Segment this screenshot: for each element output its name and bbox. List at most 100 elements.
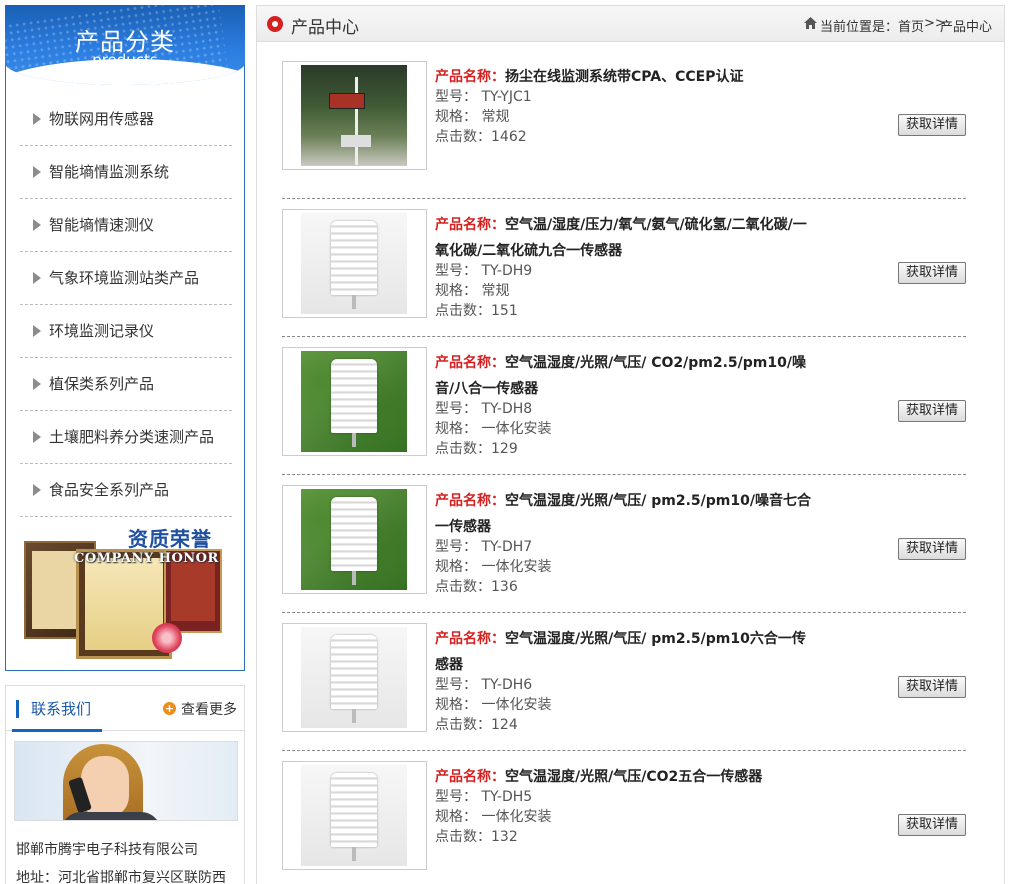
product-thumbnail[interactable] [282, 347, 427, 456]
product-image [301, 627, 407, 728]
company-address: 地址：河北省邯郸市复兴区联防西 [16, 870, 226, 884]
product-center-panel: 产品中心 当前位置是： 首页 >> 产品中心 产品名称：扬尘在线监测系统带CPA… [256, 5, 1005, 884]
company-name: 邯郸市腾宇电子科技有限公司 [16, 842, 198, 858]
category-label[interactable]: 气象环境监测站类产品 [49, 267, 199, 288]
triangle-right-icon [33, 325, 41, 337]
product-clicks: 点击数：129 [435, 439, 518, 459]
product-name-value[interactable]: 扬尘在线监测系统带CPA、CCEP认证 [505, 69, 743, 85]
home-icon [804, 17, 817, 29]
product-name-label: 产品名称： [435, 217, 505, 233]
radiation-shield [331, 773, 377, 847]
honor-subtitle: COMPANY HONOR [74, 551, 219, 566]
get-details-button[interactable]: 获取详情 [898, 676, 966, 698]
triangle-right-icon [33, 113, 41, 125]
product-image [301, 351, 407, 452]
product-thumbnail[interactable] [282, 761, 427, 870]
category-subtitle: products [92, 51, 158, 69]
breadcrumb-current[interactable]: 产品中心 [940, 16, 992, 35]
model-label: 型号： [435, 401, 477, 417]
category-item[interactable]: 土壤肥料养分类速测产品 [20, 411, 232, 464]
plus-circle-icon[interactable]: + [163, 702, 176, 715]
model-label: 型号： [435, 263, 477, 279]
triangle-right-icon [33, 378, 41, 390]
flower-decoration [152, 623, 182, 653]
get-details-button[interactable]: 获取详情 [898, 538, 966, 560]
product-spec: 规格： 常规 [435, 281, 509, 301]
category-item[interactable]: 气象环境监测站类产品 [20, 252, 232, 305]
product-spec: 规格： 一体化安装 [435, 695, 551, 715]
triangle-right-icon [33, 166, 41, 178]
category-panel: 产品分类 products 物联网用传感器 智能墒情监测系统 智能墒情速测仪 气… [5, 5, 245, 671]
product-item: 产品名称：空气温/湿度/压力/氧气/氨气/硫化氢/二氧化碳/一氧化碳/二氧化硫九… [282, 199, 966, 337]
radiation-shield [331, 221, 377, 295]
mount-rod [352, 433, 356, 447]
breadcrumb-prefix: 当前位置是： [820, 20, 899, 35]
product-model: 型号： TY-DH5 [435, 787, 532, 807]
view-more-link[interactable]: 查看更多 [181, 699, 237, 719]
product-item: 产品名称：空气温湿度/光照/气压/ pm2.5/pm10/噪音七合一传感器 型号… [282, 475, 966, 613]
category-item[interactable]: 食品安全系列产品 [20, 464, 232, 517]
spec-value: 常规 [481, 109, 510, 125]
image-pole [355, 77, 358, 165]
breadcrumb-home-link[interactable]: 首页 [898, 16, 924, 35]
category-label[interactable]: 智能墒情监测系统 [49, 161, 169, 182]
target-icon [267, 16, 283, 32]
category-label[interactable]: 物联网用传感器 [49, 108, 154, 129]
product-image [301, 765, 407, 866]
radiation-shield [331, 497, 377, 571]
category-item[interactable]: 物联网用传感器 [20, 93, 232, 146]
model-value: TY-DH7 [481, 539, 533, 555]
product-model: 型号： TY-DH8 [435, 399, 532, 419]
model-value: TY-DH5 [481, 789, 533, 805]
title-underline [12, 729, 102, 732]
category-item[interactable]: 环境监测记录仪 [20, 305, 232, 358]
get-details-button[interactable]: 获取详情 [898, 262, 966, 284]
category-label[interactable]: 食品安全系列产品 [49, 479, 169, 500]
contact-photo [14, 741, 238, 821]
product-name-label: 产品名称： [435, 355, 505, 371]
left-sidebar: 产品分类 products 物联网用传感器 智能墒情监测系统 智能墒情速测仪 气… [5, 5, 245, 884]
product-image [301, 213, 407, 314]
clicks-value: 136 [491, 579, 518, 595]
product-name[interactable]: 产品名称：空气温湿度/光照/气压/ CO2/pm2.5/pm10/噪音/八合一传… [435, 350, 815, 402]
product-name[interactable]: 产品名称：空气温湿度/光照/气压/ pm2.5/pm10/噪音七合一传感器 [435, 488, 815, 540]
category-item[interactable]: 植保类系列产品 [20, 358, 232, 411]
get-details-button[interactable]: 获取详情 [898, 114, 966, 136]
product-thumbnail[interactable] [282, 209, 427, 318]
product-thumbnail[interactable] [282, 61, 427, 170]
product-item: 产品名称：空气温湿度/光照/气压/CO2五合一传感器 型号： TY-DH5 规格… [282, 751, 966, 884]
model-value: TY-YJC1 [481, 89, 532, 105]
product-name-label: 产品名称： [435, 769, 505, 785]
page-title: 产品中心 [291, 18, 359, 38]
clicks-value: 132 [491, 829, 518, 845]
product-name-label: 产品名称： [435, 69, 505, 85]
spec-value: 一体化安装 [481, 421, 552, 437]
category-label[interactable]: 智能墒情速测仪 [49, 214, 154, 235]
clicks-value: 129 [491, 441, 518, 457]
category-item[interactable]: 智能墒情监测系统 [20, 146, 232, 199]
contact-title: 联系我们 [31, 700, 92, 718]
category-item[interactable]: 智能墒情速测仪 [20, 199, 232, 252]
clicks-value: 151 [491, 303, 518, 319]
mount-rod [352, 847, 356, 861]
company-honor-banner[interactable]: 资质荣誉 COMPANY HONOR [24, 523, 224, 663]
product-thumbnail[interactable] [282, 485, 427, 594]
product-thumbnail[interactable] [282, 623, 427, 732]
get-details-button[interactable]: 获取详情 [898, 814, 966, 836]
product-clicks: 点击数：1462 [435, 127, 527, 147]
get-details-button[interactable]: 获取详情 [898, 400, 966, 422]
category-label[interactable]: 环境监测记录仪 [49, 320, 154, 341]
product-name[interactable]: 产品名称：空气温/湿度/压力/氧气/氨气/硫化氢/二氧化碳/一氧化碳/二氧化硫九… [435, 212, 815, 264]
product-list: 产品名称：扬尘在线监测系统带CPA、CCEP认证 型号： TY-YJC1 规格：… [282, 61, 966, 884]
category-header: 产品分类 products [5, 5, 245, 85]
spec-value: 常规 [481, 283, 510, 299]
model-value: TY-DH6 [481, 677, 533, 693]
triangle-right-icon [33, 431, 41, 443]
product-name-value[interactable]: 空气温湿度/光照/气压/CO2五合一传感器 [505, 769, 762, 785]
category-label[interactable]: 植保类系列产品 [49, 373, 154, 394]
product-model: 型号： TY-DH7 [435, 537, 532, 557]
category-label[interactable]: 土壤肥料养分类速测产品 [49, 426, 214, 447]
image-base [341, 135, 371, 147]
model-value: TY-DH9 [481, 263, 533, 279]
product-name[interactable]: 产品名称：空气温湿度/光照/气压/ pm2.5/pm10六合一传感器 [435, 626, 815, 678]
